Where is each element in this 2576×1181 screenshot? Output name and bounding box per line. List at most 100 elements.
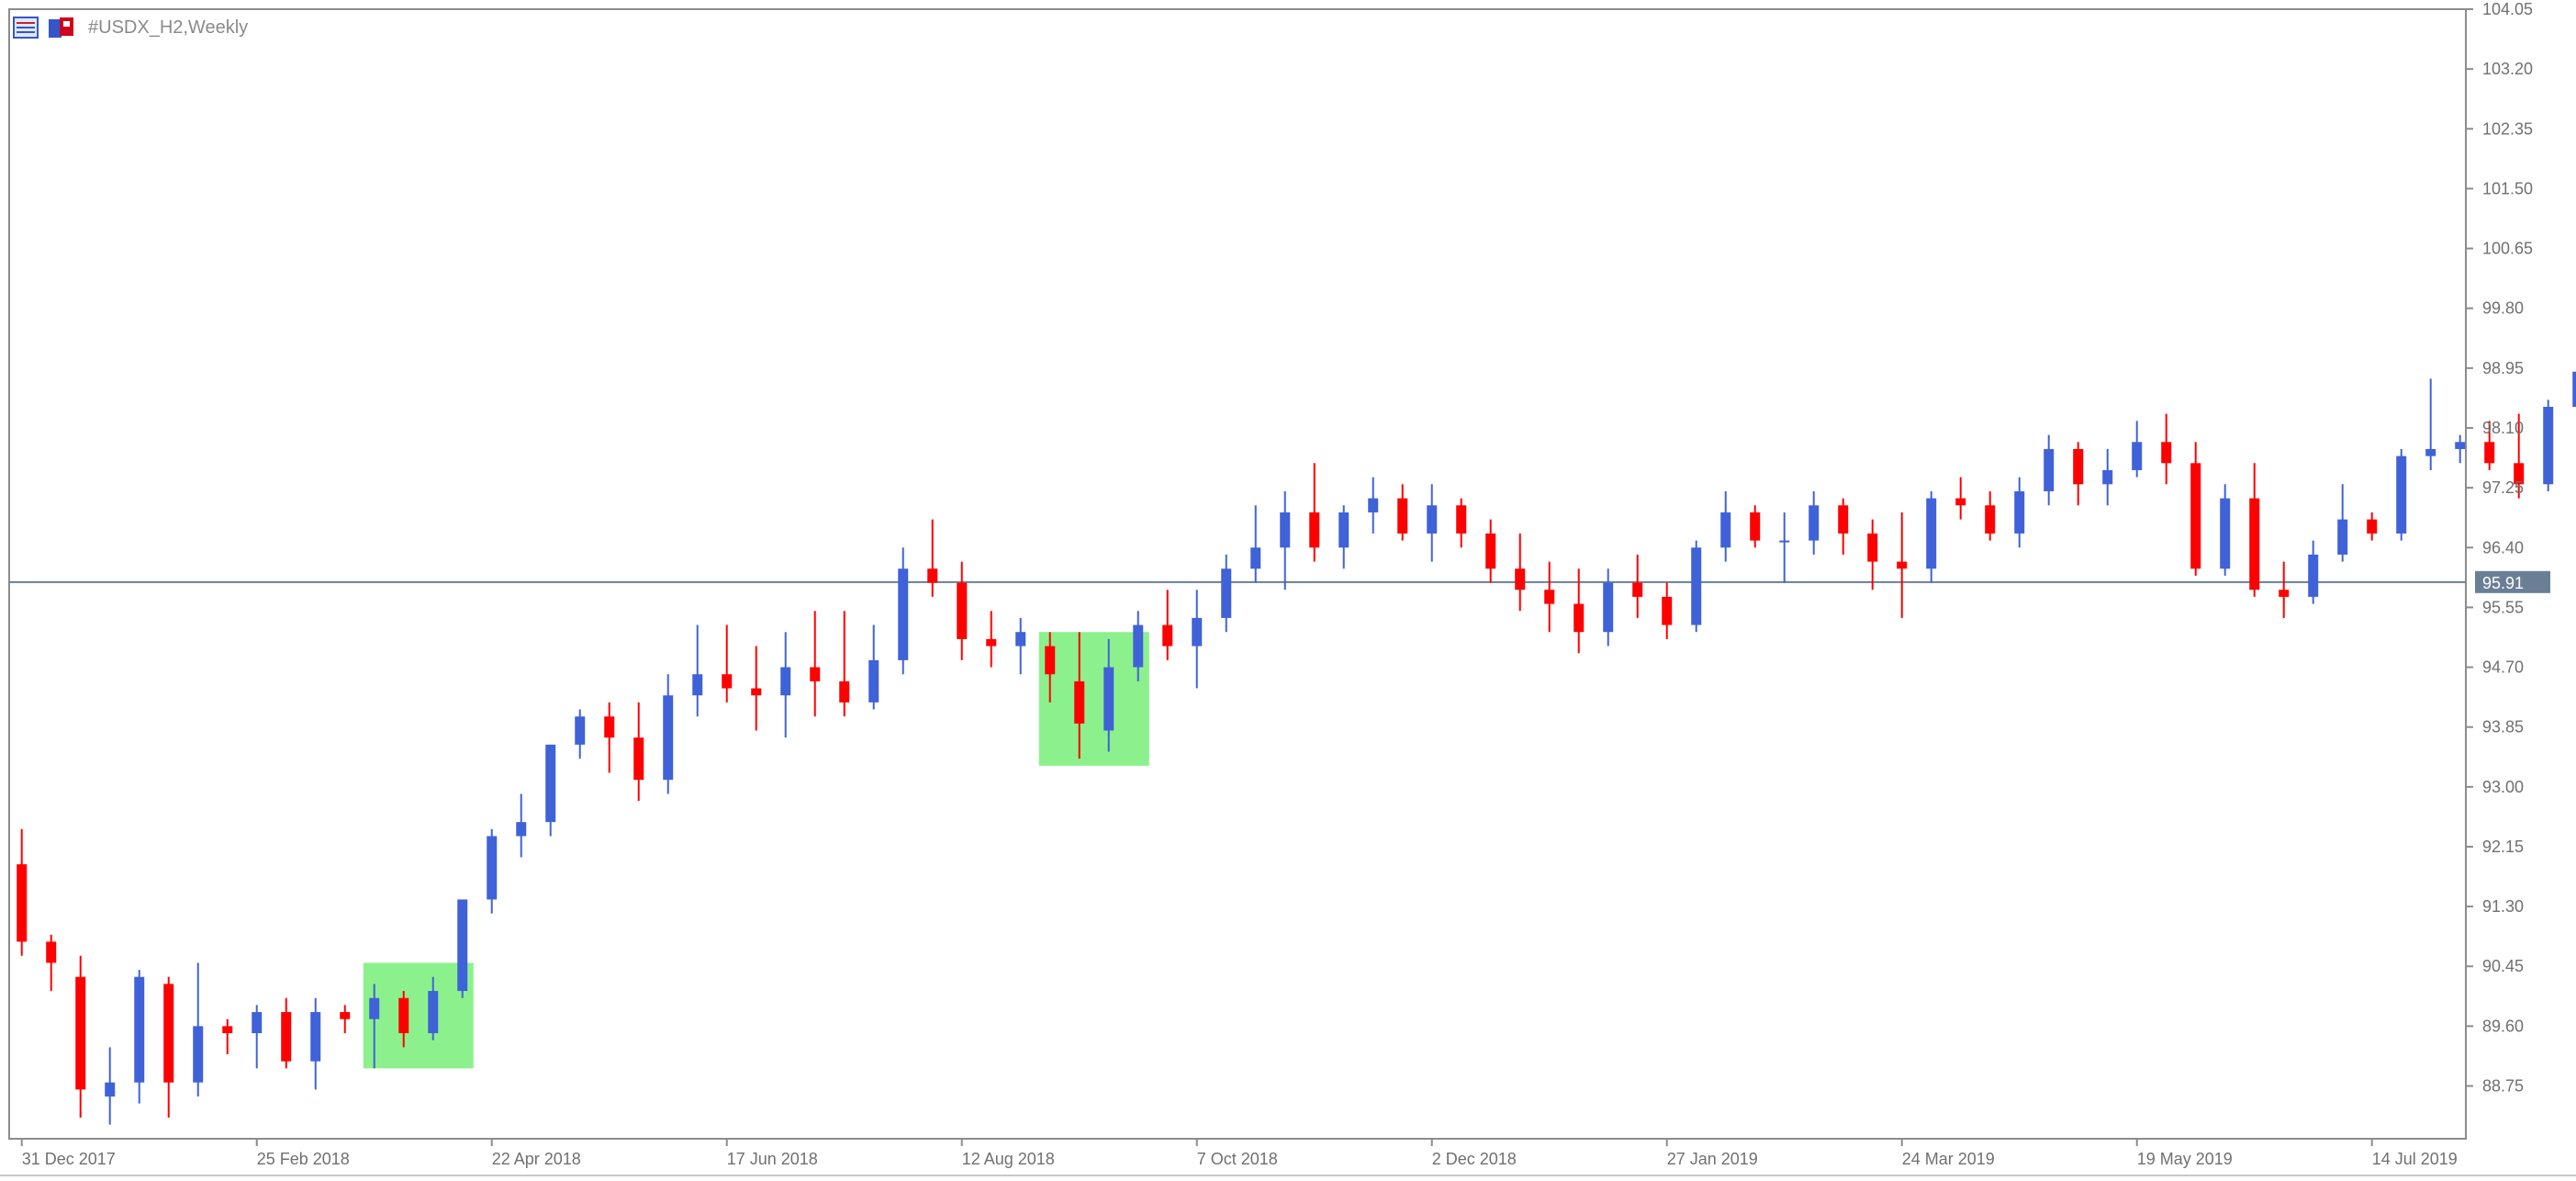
candle-body[interactable] <box>986 638 997 647</box>
chart-plot[interactable]: 104.05 103.20 102.35 101.50 100.65 99.80 98.95… <box>0 0 2576 1181</box>
candle-body[interactable] <box>810 667 821 681</box>
candle-body[interactable] <box>663 695 674 781</box>
candle-body[interactable] <box>2455 442 2466 449</box>
candle-body[interactable] <box>222 1026 233 1034</box>
candle-body[interactable] <box>839 680 850 703</box>
candle-body[interactable] <box>1632 582 1643 597</box>
candle-body[interactable] <box>957 582 968 639</box>
candle-body[interactable] <box>692 674 703 696</box>
candle-body[interactable] <box>2249 498 2260 590</box>
candle-body[interactable] <box>2308 554 2319 597</box>
candle-body[interactable] <box>2102 469 2113 485</box>
candle-body[interactable] <box>604 716 615 738</box>
candle-body[interactable] <box>2190 463 2201 569</box>
candle-body[interactable] <box>1720 512 1731 548</box>
candle-body[interactable] <box>398 997 409 1034</box>
x-tick-label: 27 Jan 2019 <box>1667 1150 1758 1168</box>
candle-body[interactable] <box>1691 547 1702 625</box>
candle-body[interactable] <box>340 1012 351 1019</box>
candle-body[interactable] <box>369 997 380 1019</box>
candle-body[interactable] <box>1574 603 1585 633</box>
x-tick-label: 22 Apr 2018 <box>492 1150 581 1168</box>
candle-body[interactable] <box>2132 442 2143 470</box>
candle-body[interactable] <box>1544 590 1555 604</box>
candle-body[interactable] <box>516 822 527 837</box>
chart-window[interactable]: 104.05 103.20 102.35 101.50 100.65 99.80 98.95… <box>0 0 2576 1181</box>
candle-body[interactable] <box>134 976 145 1083</box>
candle-body[interactable] <box>1515 568 1526 590</box>
candle-body[interactable] <box>1985 505 1996 534</box>
candle-body[interactable] <box>2484 442 2495 464</box>
candle-body[interactable] <box>2014 490 2025 534</box>
y-tick-label: 93.00 <box>2482 778 2524 796</box>
candle-body[interactable] <box>1456 505 1467 534</box>
candle-body[interactable] <box>17 864 28 942</box>
candle-body[interactable] <box>1897 561 1908 569</box>
candle-body[interactable] <box>252 1012 263 1034</box>
candle-body[interactable] <box>1015 632 1026 647</box>
candle-body[interactable] <box>46 941 57 963</box>
candle-body[interactable] <box>105 1082 116 1097</box>
candle-body[interactable] <box>1074 680 1085 724</box>
candle-body[interactable] <box>2572 371 2576 407</box>
candle-body[interactable] <box>163 984 174 1083</box>
candle-body[interactable] <box>927 568 938 583</box>
candle-body[interactable] <box>2279 590 2290 597</box>
candle-body[interactable] <box>1045 646 1056 675</box>
candle-body[interactable] <box>1955 498 1966 506</box>
candle-body[interactable] <box>2220 498 2231 569</box>
candle-body[interactable] <box>2543 406 2554 485</box>
candle-body[interactable] <box>428 991 439 1034</box>
candle-body[interactable] <box>1838 505 1849 534</box>
chart-window-icon[interactable] <box>13 16 40 39</box>
candle-body[interactable] <box>2044 448 2055 491</box>
candle-body[interactable] <box>2337 519 2348 555</box>
y-tick-label: 94.70 <box>2482 658 2524 677</box>
candle-body[interactable] <box>2161 442 2172 464</box>
candle-body[interactable] <box>1280 512 1291 548</box>
candle-body[interactable] <box>1397 498 1408 534</box>
candle-body[interactable] <box>1133 624 1144 668</box>
candle-body[interactable] <box>457 899 468 992</box>
candle-body[interactable] <box>2367 519 2378 534</box>
highlight-box-green <box>363 962 474 1069</box>
candle-body[interactable] <box>1809 505 1820 541</box>
candle-body[interactable] <box>75 976 86 1090</box>
candle-body[interactable] <box>281 1012 292 1062</box>
candle-body[interactable] <box>1162 624 1173 647</box>
candle-body[interactable] <box>633 737 644 781</box>
candle-body[interactable] <box>1603 582 1614 633</box>
candle-body[interactable] <box>1368 498 1379 512</box>
candle-body[interactable] <box>868 659 879 703</box>
candle-body[interactable] <box>1427 505 1438 534</box>
candle-body[interactable] <box>898 568 909 660</box>
candle-body[interactable] <box>1221 568 1232 618</box>
candle-body[interactable] <box>487 836 498 900</box>
symbol-window-icon[interactable] <box>48 16 75 39</box>
candle-body[interactable] <box>751 688 762 696</box>
candle-body[interactable] <box>1338 512 1350 548</box>
candle-body[interactable] <box>2425 448 2436 456</box>
candle-body[interactable] <box>1926 498 1937 569</box>
candle-body[interactable] <box>1192 617 1203 647</box>
candle-body[interactable] <box>1103 667 1114 731</box>
candle-body[interactable] <box>2396 456 2407 534</box>
y-tick-label: 97.25 <box>2482 478 2524 497</box>
candle-body[interactable] <box>1250 547 1261 569</box>
candle-body[interactable] <box>1309 512 1320 548</box>
candle-body[interactable] <box>1779 540 1790 543</box>
candle-body[interactable] <box>1485 533 1496 569</box>
candle-body[interactable] <box>1867 533 1878 562</box>
candle-body[interactable] <box>310 1012 321 1062</box>
x-tick-label: 14 Jul 2019 <box>2372 1150 2458 1168</box>
candle-body[interactable] <box>193 1026 204 1083</box>
candle-body[interactable] <box>575 716 586 745</box>
candle-body[interactable] <box>1662 596 1673 625</box>
candle-body[interactable] <box>722 674 733 689</box>
candle-body[interactable] <box>2073 448 2084 485</box>
candle-body[interactable] <box>1750 512 1761 541</box>
candle-body[interactable] <box>545 744 556 823</box>
y-tick-label: 91.30 <box>2482 897 2524 916</box>
candle-body[interactable] <box>780 667 791 696</box>
y-tick-label: 103.20 <box>2482 60 2533 78</box>
